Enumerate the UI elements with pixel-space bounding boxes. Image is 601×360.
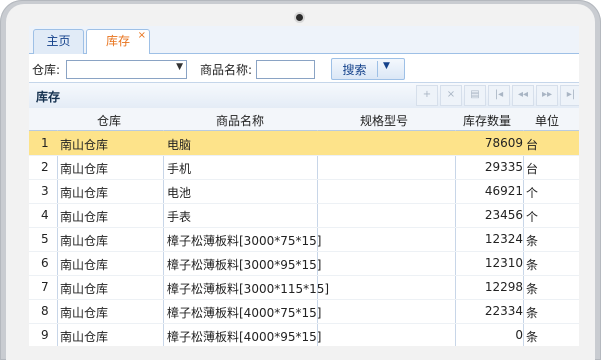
table-row[interactable]: 1 南山仓库 电脑 78609 台 <box>29 131 579 156</box>
row-number: 5 <box>41 232 49 246</box>
column-header-unit[interactable]: 单位 <box>535 112 559 129</box>
unit-cell: 条 <box>526 306 539 320</box>
first-page-icon[interactable]: |◂ <box>488 85 510 106</box>
warehouse-cell: 南山仓库 <box>60 210 109 224</box>
tab-inventory[interactable]: 库存 × <box>86 29 150 55</box>
close-icon[interactable]: × <box>138 26 146 47</box>
delete-icon[interactable]: × <box>440 85 462 106</box>
quantity-cell: 78609 <box>484 136 523 150</box>
table-row[interactable]: 4 南山仓库 手表 23456 个 <box>29 203 579 228</box>
product-name-cell: 樟子松薄板料[4000*95*15] <box>167 330 322 344</box>
product-name-cell: 樟子松薄板料[3000*75*15] <box>167 234 322 248</box>
grid-header: 仓库 商品名称 规格型号 库存数量 单位 <box>29 108 579 131</box>
tab-bar: 主页 库存 × <box>29 26 579 55</box>
row-number: 6 <box>41 256 49 270</box>
warehouse-cell: 南山仓库 <box>60 162 109 176</box>
quantity-cell: 12310 <box>484 256 523 270</box>
filter-toolbar: 仓库: ▼ 商品名称: 搜索 ▼ <box>29 54 579 84</box>
quantity-cell: 46921 <box>484 184 523 198</box>
unit-cell: 个 <box>526 210 539 224</box>
quantity-cell: 29335 <box>484 160 523 174</box>
warehouse-cell: 南山仓库 <box>60 330 109 344</box>
product-name-cell: 樟子松薄板料[3000*115*15] <box>167 282 330 296</box>
tab-inventory-label: 库存 <box>105 34 130 48</box>
panel-header: 库存 + × ▤ |◂ ◂◂ ▸▸ ▸| <box>29 82 579 109</box>
warehouse-cell: 南山仓库 <box>60 234 109 248</box>
warehouse-cell: 南山仓库 <box>60 138 109 152</box>
unit-cell: 台 <box>526 162 539 176</box>
table-row[interactable]: 3 南山仓库 电池 46921 个 <box>29 179 579 204</box>
row-number: 1 <box>41 136 49 150</box>
product-name-label: 商品名称: <box>200 63 253 77</box>
quantity-cell: 23456 <box>484 208 523 222</box>
chevron-down-icon: ▼ <box>176 62 183 72</box>
column-header-spec[interactable]: 规格型号 <box>360 112 408 129</box>
table-row[interactable]: 6 南山仓库 樟子松薄板料[3000*95*15] 12310 条 <box>29 251 579 276</box>
last-page-icon[interactable]: ▸| <box>560 85 579 106</box>
row-number: 7 <box>41 280 49 294</box>
table-row[interactable]: 7 南山仓库 樟子松薄板料[3000*115*15] 12298 条 <box>29 275 579 300</box>
row-number: 8 <box>41 304 49 318</box>
warehouse-cell: 南山仓库 <box>60 282 109 296</box>
row-number: 4 <box>41 208 49 222</box>
search-button-divider <box>377 61 378 77</box>
unit-cell: 条 <box>526 234 539 248</box>
export-icon[interactable]: ▤ <box>464 85 486 106</box>
next-page-icon[interactable]: ▸▸ <box>536 85 558 106</box>
prev-page-icon[interactable]: ◂◂ <box>512 85 534 106</box>
warehouse-cell: 南山仓库 <box>60 258 109 272</box>
table-row[interactable]: 9 南山仓库 樟子松薄板料[4000*95*15] 0 条 <box>29 323 579 346</box>
unit-cell: 台 <box>526 138 539 152</box>
add-icon[interactable]: + <box>416 85 438 106</box>
product-name-cell: 手机 <box>167 162 192 176</box>
warehouse-select[interactable]: ▼ <box>66 60 187 79</box>
table-row[interactable]: 8 南山仓库 樟子松薄板料[4000*75*15] 22334 条 <box>29 299 579 324</box>
warehouse-cell: 南山仓库 <box>60 306 109 320</box>
unit-cell: 个 <box>526 186 539 200</box>
column-header-warehouse[interactable]: 仓库 <box>97 112 121 129</box>
product-name-input[interactable] <box>256 60 315 79</box>
row-number: 3 <box>41 184 49 198</box>
search-button-label: 搜索 <box>342 63 367 77</box>
tab-home[interactable]: 主页 <box>33 29 84 54</box>
warehouse-cell: 南山仓库 <box>60 186 109 200</box>
column-header-quantity[interactable]: 库存数量 <box>463 112 511 129</box>
panel-title: 库存 <box>36 90 61 104</box>
search-button[interactable]: 搜索 ▼ <box>331 58 405 80</box>
unit-cell: 条 <box>526 330 539 344</box>
table-row[interactable]: 2 南山仓库 手机 29335 台 <box>29 155 579 180</box>
table-row[interactable]: 5 南山仓库 樟子松薄板料[3000*75*15] 12324 条 <box>29 227 579 252</box>
product-name-cell: 电池 <box>167 186 192 200</box>
product-name-cell: 电脑 <box>167 138 192 152</box>
quantity-cell: 22334 <box>484 304 523 318</box>
unit-cell: 条 <box>526 282 539 296</box>
camera-icon <box>296 14 303 21</box>
column-header-product-name[interactable]: 商品名称 <box>216 112 264 129</box>
warehouse-label: 仓库: <box>32 63 61 77</box>
chevron-down-icon[interactable]: ▼ <box>383 61 390 71</box>
product-name-cell: 樟子松薄板料[3000*95*15] <box>167 258 322 272</box>
row-number: 2 <box>41 160 49 174</box>
quantity-cell: 12324 <box>484 232 523 246</box>
product-name-cell: 手表 <box>167 210 192 224</box>
unit-cell: 条 <box>526 258 539 272</box>
app-screen: 主页 库存 × 仓库: ▼ 商品名称: 搜索 ▼ 库存 + × ▤ |◂ ◂◂ … <box>29 26 579 346</box>
product-name-cell: 樟子松薄板料[4000*75*15] <box>167 306 322 320</box>
quantity-cell: 12298 <box>484 280 523 294</box>
